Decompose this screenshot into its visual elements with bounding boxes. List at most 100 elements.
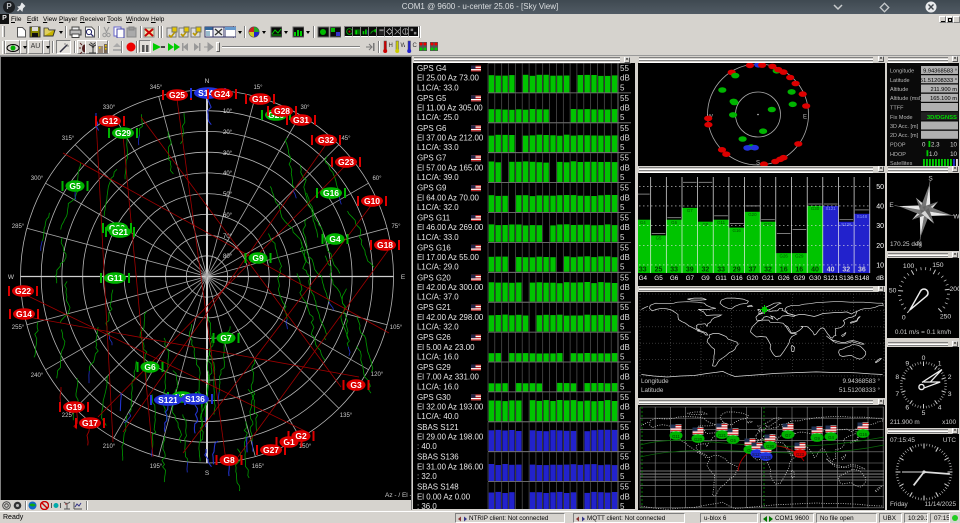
svg-text:45°: 45° — [341, 136, 351, 142]
svg-text:5: 5 — [620, 352, 625, 361]
svg-text:240°: 240° — [31, 373, 44, 379]
svg-text:32: 32 — [702, 267, 710, 274]
svg-text:345°: 345° — [150, 85, 163, 91]
svg-text:S121: S121 — [823, 275, 838, 282]
svg-text:HDOP: HDOP — [890, 152, 906, 158]
svg-text:G18: G18 — [377, 240, 393, 250]
svg-text:E: E — [803, 115, 807, 121]
svg-text:TTFF: TTFF — [890, 106, 904, 112]
svg-text:3D Acc. [m]: 3D Acc. [m] — [890, 124, 919, 130]
svg-text:40: 40 — [827, 267, 835, 274]
svg-text:GPS G30: GPS G30 — [417, 393, 451, 402]
svg-text:30°: 30° — [300, 105, 310, 111]
svg-text:G7: G7 — [687, 208, 693, 213]
svg-text:G7: G7 — [220, 333, 232, 343]
svg-text:G29: G29 — [793, 275, 805, 282]
svg-text:G11: G11 — [717, 220, 726, 225]
svg-text:2.3: 2.3 — [931, 142, 940, 149]
svg-text:Altitude (msl): Altitude (msl) — [890, 96, 922, 102]
svg-text:dB: dB — [620, 193, 630, 202]
svg-text:dB: dB — [620, 403, 630, 412]
svg-text:36: 36 — [858, 267, 866, 274]
svg-text:L1C/A: 32.0: L1C/A: 32.0 — [417, 203, 459, 212]
svg-text:dB: dB — [876, 275, 884, 282]
svg-text:25: 25 — [655, 267, 663, 274]
svg-text:El 42.00 Az 298.00: El 42.00 Az 298.00 — [417, 313, 484, 322]
svg-text:20°: 20° — [223, 130, 233, 136]
svg-text:El 31.00 Az 186.00: El 31.00 Az 186.00 — [417, 462, 484, 471]
svg-text:G4: G4 — [639, 275, 648, 282]
svg-text:170.25 deg: 170.25 deg — [890, 241, 922, 248]
svg-text:GPS G9: GPS G9 — [417, 184, 447, 193]
svg-text:51.51208333 °: 51.51208333 ° — [839, 386, 881, 394]
svg-text:G22: G22 — [15, 286, 31, 296]
svg-text:55: 55 — [620, 363, 629, 372]
svg-text:40: 40 — [811, 267, 819, 274]
svg-text:211.900 m: 211.900 m — [931, 87, 958, 93]
svg-text:G14: G14 — [16, 309, 32, 319]
svg-text:50: 50 — [889, 288, 897, 295]
svg-text:S136: S136 — [841, 222, 852, 227]
svg-text:GPS G26: GPS G26 — [417, 333, 451, 342]
svg-text:G11: G11 — [672, 434, 680, 439]
svg-text:5: 5 — [620, 83, 625, 92]
svg-text:11/14/2025: 11/14/2025 — [924, 501, 956, 508]
svg-text:32: 32 — [842, 267, 850, 274]
svg-text:3D/DGNSS: 3D/DGNSS — [927, 115, 957, 121]
svg-text:Friday: Friday — [890, 501, 909, 508]
svg-text:El 64.00 Az 70.00: El 64.00 Az 70.00 — [417, 193, 479, 202]
svg-text:N: N — [205, 78, 210, 85]
svg-text:G21: G21 — [764, 222, 773, 227]
svg-text:dB: dB — [620, 462, 630, 471]
svg-text:L1C/A: 33.0: L1C/A: 33.0 — [417, 83, 459, 92]
svg-text:16: 16 — [795, 267, 803, 274]
svg-text:G4: G4 — [640, 220, 646, 225]
svg-text:G5: G5 — [656, 236, 662, 241]
svg-text:Latitude: Latitude — [641, 387, 664, 394]
svg-text:E: E — [889, 202, 894, 209]
svg-text:300°: 300° — [31, 176, 44, 182]
svg-text:5: 5 — [620, 143, 625, 152]
svg-text:G8: G8 — [223, 455, 235, 465]
svg-text:195°: 195° — [150, 464, 163, 470]
svg-text:G21: G21 — [112, 227, 128, 237]
svg-text:55: 55 — [620, 184, 629, 193]
svg-text:G5: G5 — [69, 181, 81, 191]
svg-text:2D Acc. [m]: 2D Acc. [m] — [890, 133, 919, 139]
svg-text:60°: 60° — [372, 176, 382, 182]
svg-text:dB: dB — [620, 313, 630, 322]
svg-text:0.01 m/s = 0.1 km/h: 0.01 m/s = 0.1 km/h — [895, 329, 952, 336]
svg-text:GPS G11: GPS G11 — [417, 214, 450, 223]
svg-text:10°: 10° — [223, 109, 233, 115]
svg-text:G30: G30 — [809, 275, 821, 282]
svg-text:55: 55 — [620, 303, 629, 312]
svg-text:55: 55 — [620, 214, 629, 223]
svg-text:G6: G6 — [670, 275, 679, 282]
svg-text:G23: G23 — [796, 452, 805, 457]
svg-text:40: 40 — [876, 203, 884, 210]
svg-text:G16: G16 — [859, 432, 868, 437]
svg-text:7: 7 — [895, 391, 899, 398]
svg-text:S121: S121 — [158, 395, 178, 405]
svg-text:2: 2 — [948, 374, 952, 381]
svg-text:El 0.00 Az 0.00: El 0.00 Az 0.00 — [417, 492, 471, 501]
svg-text:G17: G17 — [82, 418, 98, 428]
svg-text:Longitude: Longitude — [890, 69, 914, 75]
svg-text:9: 9 — [905, 360, 909, 367]
svg-text:GPS G7: GPS G7 — [417, 154, 446, 163]
svg-text:Longitude: Longitude — [641, 378, 669, 385]
svg-text:G19: G19 — [66, 402, 82, 412]
svg-text:315°: 315° — [62, 136, 75, 142]
svg-text:dB: dB — [620, 343, 630, 352]
svg-text:G31: G31 — [293, 115, 309, 125]
svg-text:G6: G6 — [671, 220, 677, 225]
svg-text:55: 55 — [620, 243, 629, 252]
svg-text:C: C — [413, 43, 418, 49]
svg-text:16: 16 — [780, 267, 788, 274]
svg-text:55: 55 — [620, 273, 629, 282]
svg-text:G7: G7 — [785, 433, 791, 438]
svg-text:G2: G2 — [295, 431, 307, 441]
svg-text:5: 5 — [620, 442, 625, 451]
svg-text:30°: 30° — [223, 151, 233, 157]
svg-text:5: 5 — [620, 113, 625, 122]
